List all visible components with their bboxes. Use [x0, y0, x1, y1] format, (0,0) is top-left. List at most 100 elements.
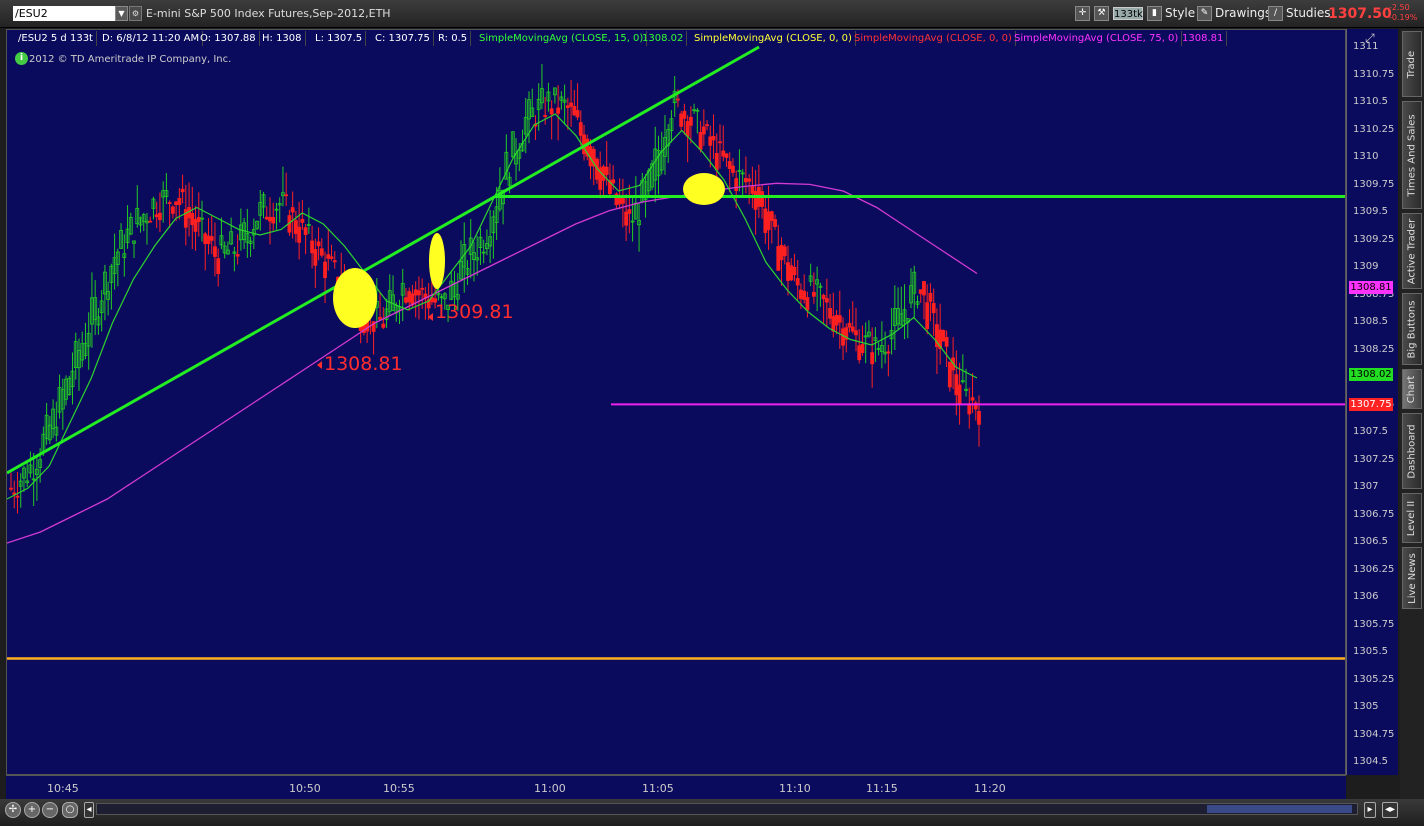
highlight-ellipse[interactable] — [683, 173, 725, 205]
side-tab-label: Live News — [1406, 552, 1418, 604]
chevron-down-icon[interactable]: ▼ — [115, 6, 128, 21]
candles — [9, 64, 981, 514]
price-chart[interactable]: /ESU2 5 d 133t D: 6/8/12 11:20 AM O: 130… — [6, 29, 1346, 775]
candle-body — [779, 244, 784, 261]
candle-body — [569, 102, 573, 107]
studies-button[interactable]: ∕ Studies — [1268, 5, 1331, 22]
candle-body — [420, 287, 425, 290]
drawings-button[interactable]: ✎ Drawings — [1197, 5, 1271, 22]
style-button[interactable]: ▮ Style — [1147, 5, 1195, 22]
candle-body — [947, 361, 952, 388]
crosshair-tool[interactable]: ✛ — [1075, 5, 1093, 22]
study-sma-red[interactable]: SimpleMovingAvg (CLOSE, 0, 0) — [851, 31, 1016, 46]
price-axis[interactable]: 1311 1310.75 1310.5 1310.25 1310 1309.75 1309.… — [1346, 29, 1398, 775]
price-tick: 1307.25 — [1353, 453, 1395, 465]
time-tick: 11:00 — [534, 782, 566, 795]
candle-body — [747, 178, 752, 182]
scroll-left-icon[interactable]: ◂ — [84, 802, 94, 818]
pan-icon[interactable]: ✢ — [5, 802, 21, 818]
fit-icon[interactable]: ○ — [62, 802, 78, 818]
price-tick: 1309.25 — [1353, 233, 1395, 245]
candle-body — [148, 220, 153, 223]
sma15-price-badge: 1308.02 — [1349, 367, 1393, 381]
scroll-right-icon[interactable]: ▸ — [1364, 802, 1376, 818]
candle-body — [627, 209, 632, 214]
price-tick: 1310.75 — [1353, 68, 1395, 80]
scroll-both-icon[interactable]: ◂▸ — [1382, 802, 1398, 818]
zoom-out-icon[interactable]: − — [42, 802, 58, 818]
candle-body — [290, 207, 295, 213]
candle-body — [206, 235, 211, 244]
price-tick: 1310 — [1353, 151, 1379, 162]
candle-body — [744, 178, 748, 183]
aggregation-badge[interactable]: 133tk — [1113, 7, 1143, 20]
candle-body — [776, 246, 781, 271]
price-annotation[interactable]: 1309.81 — [435, 301, 514, 323]
candle-body — [193, 219, 198, 232]
info-icon[interactable]: i — [15, 52, 28, 65]
candle-body — [572, 105, 577, 116]
candle-body — [676, 98, 680, 101]
candle-body — [407, 291, 412, 303]
candle-body — [15, 495, 20, 498]
study-sma-yellow[interactable]: SimpleMovingAvg (CLOSE, 0, 0) — [691, 31, 856, 46]
candle-body — [799, 289, 803, 300]
highlight-ellipse[interactable] — [429, 233, 445, 289]
candle-body — [828, 308, 832, 319]
candle-body — [297, 226, 302, 243]
candle-body — [857, 345, 862, 361]
candle-body — [310, 240, 314, 254]
candle-body — [760, 191, 764, 207]
candle-body — [410, 293, 415, 306]
side-tab-live-news[interactable]: Live News — [1402, 547, 1422, 609]
chart-canvas[interactable] — [7, 30, 1346, 775]
candle-body — [235, 254, 240, 257]
time-axis[interactable]: 10:45 10:50 10:55 11:00 11:05 11:10 11:15 11:20 — [6, 775, 1346, 799]
candle-body — [303, 227, 308, 235]
candle-body — [718, 141, 722, 144]
candle-body — [170, 206, 175, 214]
candle-body — [731, 165, 735, 173]
side-tab-label: Trade — [1406, 50, 1418, 78]
candle-body — [323, 261, 327, 279]
candle-body — [734, 178, 739, 192]
side-tab-level-ii[interactable]: Level II — [1402, 493, 1422, 543]
candle-body — [805, 297, 810, 311]
price-tick: 1304.75 — [1353, 728, 1395, 740]
chart-scrollbar[interactable] — [96, 803, 1358, 815]
price-tick: 1306.5 — [1353, 536, 1388, 547]
price-annotation[interactable]: 1308.81 — [324, 353, 403, 375]
side-tab-times-and-sales[interactable]: Times And Sales — [1402, 101, 1422, 209]
side-tab-label: Times And Sales — [1406, 113, 1418, 197]
candle-body — [977, 411, 981, 425]
candle-body — [578, 122, 583, 136]
side-tab-chart[interactable]: Chart — [1402, 369, 1422, 409]
trendline[interactable] — [7, 45, 760, 475]
study-sma75[interactable]: SimpleMovingAvg (CLOSE, 75, 0) — [1011, 31, 1183, 46]
candle-body — [928, 292, 933, 302]
candle-body — [556, 107, 561, 114]
candle-body — [925, 302, 930, 330]
candle-body — [802, 290, 807, 300]
side-tab-big-buttons[interactable]: Big Buttons — [1402, 293, 1422, 365]
time-tick: 11:20 — [974, 782, 1006, 795]
scrollbar-thumb[interactable] — [1207, 805, 1352, 813]
price-tick: 1305.25 — [1353, 673, 1395, 685]
candle-body — [705, 124, 709, 127]
side-tab-dashboard[interactable]: Dashboard — [1402, 413, 1422, 489]
wrench-tool[interactable]: ⚒ — [1094, 5, 1112, 22]
symbol-input[interactable]: /ESU2 — [13, 6, 115, 21]
candle-body — [727, 161, 732, 169]
candle-body — [216, 258, 221, 274]
link-icon[interactable]: ⚙ — [129, 6, 142, 21]
candle-body — [870, 352, 875, 365]
price-tick: 1305.5 — [1353, 646, 1388, 657]
price-tick: 1306 — [1353, 591, 1379, 602]
expand-icon[interactable]: ⤢ — [1365, 31, 1375, 46]
study-sma15[interactable]: SimpleMovingAvg (CLOSE, 15, 0) — [476, 31, 648, 46]
candle-body — [378, 316, 382, 320]
zoom-in-icon[interactable]: + — [24, 802, 40, 818]
highlight-ellipse[interactable] — [333, 268, 377, 328]
side-tab-active-trader[interactable]: Active Trader — [1402, 213, 1422, 289]
side-tab-trade[interactable]: Trade — [1402, 31, 1422, 97]
